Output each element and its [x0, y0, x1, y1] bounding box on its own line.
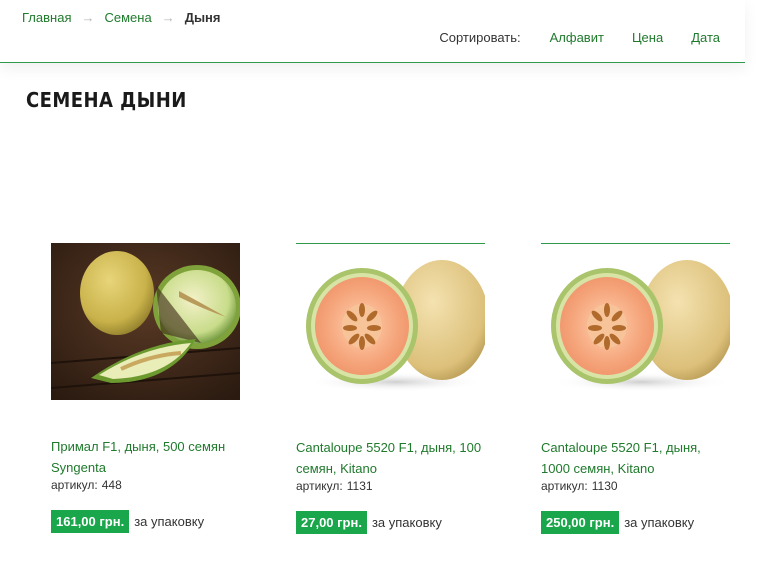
top-bar: Главная → Семена → Дыня Сортировать: Алф…: [0, 0, 745, 63]
product-sku: артикул: 1131: [296, 479, 485, 493]
sku-value: 1131: [346, 479, 373, 493]
sku-label: артикул:: [541, 479, 588, 493]
sku-value: 1130: [591, 479, 618, 493]
melon-photo-image: [51, 243, 240, 400]
product-sku: артикул: 1130: [541, 479, 730, 493]
price-unit: за упаковку: [134, 514, 205, 529]
sort-controls: Сортировать: Алфавит Цена Дата: [439, 30, 720, 45]
product-card: Примал F1, дыня, 500 семян Syngenta арти…: [51, 243, 240, 533]
product-name-link[interactable]: Cantaloupe 5520 F1, дыня, 100 семян, Kit…: [296, 437, 485, 479]
sku-value: 448: [101, 478, 122, 492]
sort-alphabet-link[interactable]: Алфавит: [550, 30, 604, 45]
product-name-link[interactable]: Cantaloupe 5520 F1, дыня, 1000 семян, Ki…: [541, 437, 730, 479]
breadcrumb-home-link[interactable]: Главная: [22, 10, 71, 25]
page-title: СЕМЕНА ДЫНИ: [26, 88, 187, 112]
price-row: 27,00 грн. за упаковку: [296, 511, 485, 534]
sort-price-link[interactable]: Цена: [632, 30, 663, 45]
product-card: Cantaloupe 5520 F1, дыня, 100 семян, Kit…: [296, 243, 485, 534]
sku-label: артикул:: [296, 479, 343, 493]
sort-label: Сортировать:: [439, 30, 521, 45]
product-image[interactable]: [296, 243, 485, 401]
product-card: Cantaloupe 5520 F1, дыня, 1000 семян, Ki…: [541, 243, 730, 534]
breadcrumb: Главная → Семена → Дыня: [22, 10, 221, 25]
cantaloupe-image: [296, 244, 485, 401]
cantaloupe-image: [541, 244, 730, 401]
price-row: 161,00 грн. за упаковку: [51, 510, 240, 533]
sort-date-link[interactable]: Дата: [691, 30, 720, 45]
breadcrumb-seeds-link[interactable]: Семена: [104, 10, 151, 25]
price-badge: 161,00 грн.: [51, 510, 130, 533]
product-image[interactable]: [541, 243, 730, 401]
price-badge: 27,00 грн.: [296, 511, 367, 534]
price-row: 250,00 грн. за упаковку: [541, 511, 730, 534]
sku-label: артикул:: [51, 478, 98, 492]
breadcrumb-arrow-icon: →: [81, 10, 95, 25]
price-badge: 250,00 грн.: [541, 511, 620, 534]
breadcrumb-arrow-icon: →: [161, 10, 175, 25]
product-sku: артикул: 448: [51, 478, 240, 492]
price-unit: за упаковку: [624, 515, 695, 530]
price-unit: за упаковку: [371, 515, 442, 530]
breadcrumb-current: Дыня: [184, 10, 221, 25]
product-image[interactable]: [51, 243, 240, 400]
product-name-link[interactable]: Примал F1, дыня, 500 семян Syngenta: [51, 436, 240, 478]
